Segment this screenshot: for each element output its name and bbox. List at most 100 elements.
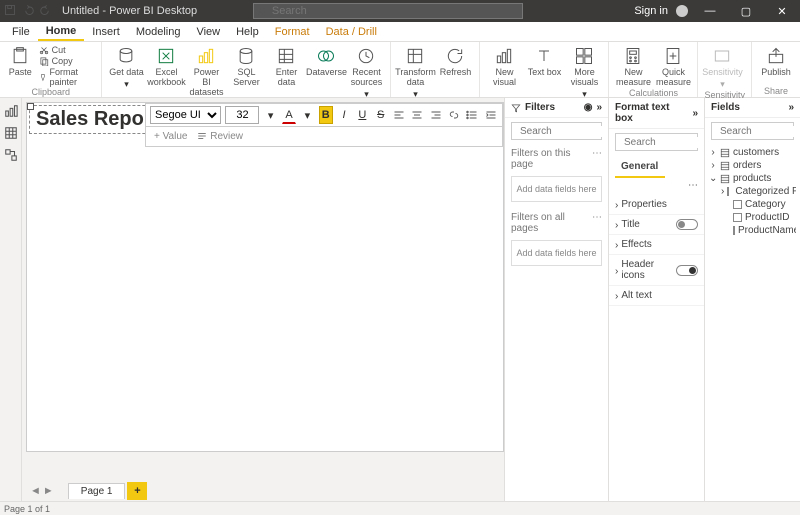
filters-allpages-dropzone[interactable]: Add data fields here — [511, 240, 602, 266]
font-size-input[interactable] — [225, 106, 259, 124]
sql-button[interactable]: SQL Server — [228, 44, 264, 88]
transform-data-button[interactable]: Transform data▾ — [397, 44, 433, 100]
page-nav-prev-icon[interactable]: ◄ — [30, 485, 41, 497]
bold-button[interactable]: B — [319, 106, 333, 124]
refresh-button[interactable]: Refresh — [437, 44, 473, 78]
field-category[interactable]: Category — [709, 198, 796, 211]
quick-measure-button[interactable]: Quick measure — [655, 44, 691, 88]
close-button[interactable]: ✕ — [768, 5, 796, 18]
table-customers[interactable]: ›customers — [709, 146, 796, 159]
excel-button[interactable]: Excel workbook — [148, 44, 184, 88]
format-properties-row[interactable]: ›Properties — [609, 195, 704, 215]
font-color-icon[interactable]: A — [282, 106, 296, 124]
add-page-button[interactable]: + — [127, 482, 147, 500]
tab-datadrill[interactable]: Data / Drill — [318, 22, 385, 41]
text-box-button[interactable]: Text box — [526, 44, 562, 78]
font-family-select[interactable]: Segoe UI — [150, 106, 221, 124]
global-search[interactable] — [253, 3, 523, 19]
field-productname[interactable]: ProductName — [709, 224, 796, 237]
ribbon-tabs: File Home Insert Modeling View Help Form… — [0, 22, 800, 42]
model-view-icon[interactable] — [4, 148, 18, 162]
filters-search[interactable] — [511, 122, 602, 140]
format-general-tab[interactable]: General — [615, 157, 665, 178]
tab-view[interactable]: View — [188, 22, 228, 41]
add-value-button[interactable]: + Value — [154, 131, 187, 142]
publish-button[interactable]: Publish — [758, 44, 794, 78]
tab-home[interactable]: Home — [38, 22, 85, 41]
field-productid[interactable]: ProductID — [709, 211, 796, 224]
new-measure-button[interactable]: New measure — [615, 44, 651, 88]
dataverse-button[interactable]: Dataverse — [308, 44, 344, 78]
tab-insert[interactable]: Insert — [84, 22, 128, 41]
fields-pane: Fields» ›customers ›orders ⌄products ›Ca… — [704, 98, 800, 501]
new-visual-button[interactable]: New visual — [486, 44, 522, 88]
format-headericons-row[interactable]: ›Header icons — [609, 255, 704, 286]
group-clipboard: Paste Cut Copy Format painter Clipboard — [0, 42, 102, 97]
save-icon[interactable] — [4, 4, 16, 19]
report-canvas[interactable]: Sales Report Segoe UI ▾ A ▾ B I U S + — [22, 98, 504, 501]
align-center-icon[interactable] — [410, 106, 424, 124]
field-categorized[interactable]: ›Categorized Pro… — [709, 185, 796, 198]
signin-link[interactable]: Sign in — [634, 5, 668, 17]
filters-visibility-icon[interactable]: ◉ — [584, 102, 593, 113]
avatar-icon[interactable] — [676, 5, 688, 17]
format-alttext-row[interactable]: ›Alt text — [609, 286, 704, 306]
align-right-icon[interactable] — [429, 106, 443, 124]
font-color-chevron-icon[interactable]: ▾ — [300, 106, 314, 124]
more-icon[interactable]: ⋯ — [592, 212, 602, 234]
checkbox[interactable] — [727, 187, 729, 196]
fields-search[interactable] — [711, 122, 794, 140]
font-size-down-icon[interactable]: ▾ — [263, 106, 277, 124]
link-icon[interactable] — [447, 106, 461, 124]
filters-onpage-dropzone[interactable]: Add data fields here — [511, 176, 602, 202]
tab-help[interactable]: Help — [228, 22, 267, 41]
minimize-button[interactable]: — — [696, 5, 724, 17]
list-icon[interactable] — [465, 106, 479, 124]
strike-button[interactable]: S — [374, 106, 388, 124]
more-visuals-button[interactable]: More visuals▾ — [566, 44, 602, 100]
cut-button[interactable]: Cut — [39, 45, 96, 55]
align-left-icon[interactable] — [392, 106, 406, 124]
group-data: Get data▾ Excel workbook Power BI datase… — [102, 42, 391, 97]
checkbox[interactable] — [733, 226, 735, 235]
table-orders[interactable]: ›orders — [709, 159, 796, 172]
get-data-button[interactable]: Get data▾ — [108, 44, 144, 90]
format-effects-row[interactable]: ›Effects — [609, 235, 704, 255]
paste-button[interactable]: Paste — [6, 44, 35, 78]
maximize-button[interactable]: ▢ — [732, 5, 760, 18]
filters-collapse-icon[interactable]: » — [596, 102, 602, 113]
table-products[interactable]: ⌄products — [709, 172, 796, 185]
more-icon[interactable]: ⋯ — [592, 148, 602, 170]
review-button[interactable]: Review — [197, 131, 243, 142]
undo-icon[interactable] — [22, 4, 34, 19]
tab-modeling[interactable]: Modeling — [128, 22, 189, 41]
more-icon[interactable]: ⋯ — [688, 180, 698, 191]
format-collapse-icon[interactable]: » — [692, 108, 698, 119]
report-view-icon[interactable] — [4, 104, 18, 118]
redo-icon[interactable] — [40, 4, 52, 19]
page-nav-next-icon[interactable]: ► — [43, 485, 54, 497]
tab-file[interactable]: File — [4, 22, 38, 41]
pbi-datasets-button[interactable]: Power BI datasets — [188, 44, 224, 98]
global-search-input[interactable] — [272, 5, 518, 17]
format-search[interactable] — [615, 133, 698, 151]
textbox-content[interactable]: Sales Report — [36, 108, 158, 130]
table-icon — [720, 174, 730, 184]
format-title-row[interactable]: ›Title — [609, 215, 704, 235]
checkbox[interactable] — [733, 200, 742, 209]
italic-button[interactable]: I — [337, 106, 351, 124]
data-view-icon[interactable] — [4, 126, 18, 140]
enter-data-button[interactable]: Enter data — [268, 44, 304, 88]
page-tab-1[interactable]: Page 1 — [68, 483, 126, 499]
title-toggle[interactable] — [676, 219, 698, 230]
tab-format[interactable]: Format — [267, 22, 318, 41]
recent-sources-button[interactable]: Recent sources▾ — [348, 44, 384, 100]
checkbox[interactable] — [733, 213, 742, 222]
fields-collapse-icon[interactable]: » — [788, 102, 794, 113]
format-painter-button[interactable]: Format painter — [39, 67, 96, 87]
headericons-toggle[interactable] — [676, 265, 698, 276]
report-page[interactable]: Sales Report Segoe UI ▾ A ▾ B I U S + — [26, 102, 504, 452]
underline-button[interactable]: U — [355, 106, 369, 124]
indent-icon[interactable] — [484, 106, 498, 124]
copy-button[interactable]: Copy — [39, 56, 96, 66]
